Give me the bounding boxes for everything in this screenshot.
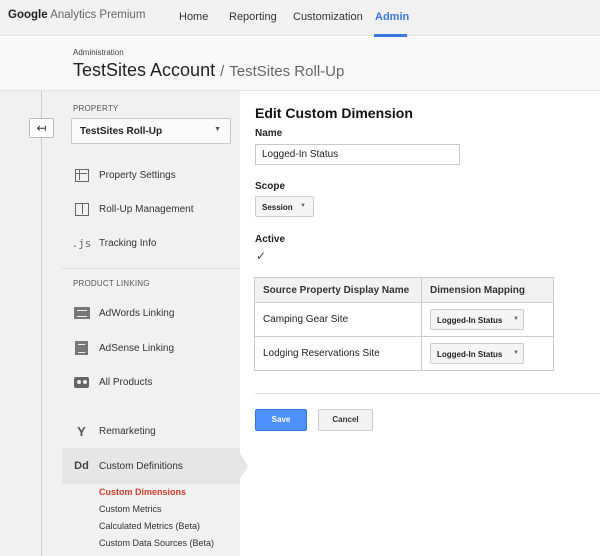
sidebar-rail <box>41 91 42 556</box>
mapping-select-value: Logged-In Status <box>437 316 503 325</box>
chevron-down-icon: ▼ <box>513 316 519 322</box>
sidebar-item-all-products[interactable]: All Products <box>73 371 238 393</box>
sidebar-item-rollup-management[interactable]: Roll-Up Management <box>73 198 238 220</box>
active-label: Active <box>255 234 286 245</box>
source-cell: Lodging Reservations Site <box>254 336 422 371</box>
scope-select[interactable]: Session ▼ <box>255 196 314 217</box>
property-name: TestSites Roll-Up <box>229 63 345 80</box>
logo-google: Google <box>8 9 48 21</box>
custom-definitions-icon: Dd <box>74 460 89 472</box>
app-logo[interactable]: Google Analytics Premium <box>8 9 145 21</box>
mapping-cell: Logged-In Status ▼ <box>421 336 554 371</box>
title-separator: / <box>220 63 225 80</box>
sidebar-item-label: AdWords Linking <box>99 307 175 319</box>
sidebar-item-label: Remarketing <box>99 425 156 437</box>
submenu-custom-metrics[interactable]: Custom Metrics <box>99 504 162 514</box>
product-linking-label: PRODUCT LINKING <box>73 279 150 288</box>
mapping-cell: Logged-In Status ▼ <box>421 302 554 337</box>
edit-title: Edit Custom Dimension <box>255 105 413 121</box>
sidebar-item-remarketing[interactable]: Y Remarketing <box>73 420 238 442</box>
sidebar-item-tracking-info[interactable]: .js Tracking Info <box>71 232 238 254</box>
sidebar-item-label: Tracking Info <box>99 237 157 249</box>
top-bar: Google Analytics Premium Home Reporting … <box>0 0 600 37</box>
nav-reporting[interactable]: Reporting <box>229 11 277 23</box>
sidebar-item-label: Custom Definitions <box>99 460 183 472</box>
name-input[interactable] <box>255 144 460 165</box>
table-row: Lodging Reservations Site Logged-In Stat… <box>254 336 554 371</box>
js-icon: .js <box>71 236 92 250</box>
column-header-mapping: Dimension Mapping <box>421 277 554 303</box>
nav-admin[interactable]: Admin <box>375 11 409 23</box>
nav-home[interactable]: Home <box>179 11 208 23</box>
scope-select-value: Session <box>262 203 293 212</box>
chevron-down-icon: ▼ <box>300 203 306 209</box>
mapping-select-value: Logged-In Status <box>437 350 503 359</box>
sidebar-item-label: All Products <box>99 376 153 388</box>
property-select[interactable]: TestSites Roll-Up ▼ <box>71 118 231 144</box>
breadcrumb-administration: Administration <box>73 48 124 57</box>
nav-customization[interactable]: Customization <box>293 11 363 23</box>
sidebar-divider <box>62 268 240 269</box>
adwords-icon <box>73 307 90 319</box>
sidebar-item-label: AdSense Linking <box>99 342 175 354</box>
sidebar-item-label: Property Settings <box>99 169 176 181</box>
dimension-mapping-table: Source Property Display Name Dimension M… <box>254 277 554 371</box>
rollup-management-icon <box>74 202 89 216</box>
scope-label: Scope <box>255 181 286 192</box>
column-header-source: Source Property Display Name <box>254 277 422 303</box>
source-cell: Camping Gear Site <box>254 302 422 337</box>
page-title: TestSites Account / TestSites Roll-Up <box>73 60 344 81</box>
property-label: PROPERTY <box>73 104 119 113</box>
active-pointer <box>240 453 248 479</box>
table-row: Camping Gear Site Logged-In Status ▼ <box>254 302 554 337</box>
sidebar-item-custom-definitions[interactable]: Dd Custom Definitions <box>73 455 238 477</box>
property-select-value: TestSites Roll-Up <box>80 126 163 137</box>
chevron-down-icon: ▼ <box>513 350 519 356</box>
submenu-calculated-metrics[interactable]: Calculated Metrics (Beta) <box>99 521 200 531</box>
submenu-custom-dimensions[interactable]: Custom Dimensions <box>99 487 186 497</box>
save-button[interactable]: Save <box>255 409 307 431</box>
dimension-mapping-select[interactable]: Logged-In Status ▼ <box>430 309 524 330</box>
chevron-down-icon: ▼ <box>214 126 221 133</box>
logo-product: Analytics Premium <box>50 9 146 21</box>
back-arrow-icon: ↤ <box>36 121 47 135</box>
back-button[interactable]: ↤ <box>29 118 54 138</box>
sidebar-item-adsense-linking[interactable]: AdSense Linking <box>73 337 238 359</box>
active-checkbox[interactable]: ✓ <box>256 249 266 263</box>
adsense-icon <box>75 341 88 355</box>
form-divider <box>255 393 600 394</box>
sidebar-item-adwords-linking[interactable]: AdWords Linking <box>73 302 238 324</box>
remarketing-icon: Y <box>77 423 86 439</box>
cancel-button[interactable]: Cancel <box>318 409 373 431</box>
submenu-custom-data-sources[interactable]: Custom Data Sources (Beta) <box>99 538 214 548</box>
account-name: TestSites Account <box>73 60 216 80</box>
property-settings-icon <box>74 168 89 182</box>
table-header-row: Source Property Display Name Dimension M… <box>254 277 554 303</box>
sidebar-item-label: Roll-Up Management <box>99 203 194 215</box>
page-header: Administration TestSites Account / TestS… <box>0 37 600 91</box>
all-products-icon <box>74 376 89 388</box>
sidebar-item-property-settings[interactable]: Property Settings <box>73 164 238 186</box>
dimension-mapping-select[interactable]: Logged-In Status ▼ <box>430 343 524 364</box>
name-label: Name <box>255 128 283 139</box>
